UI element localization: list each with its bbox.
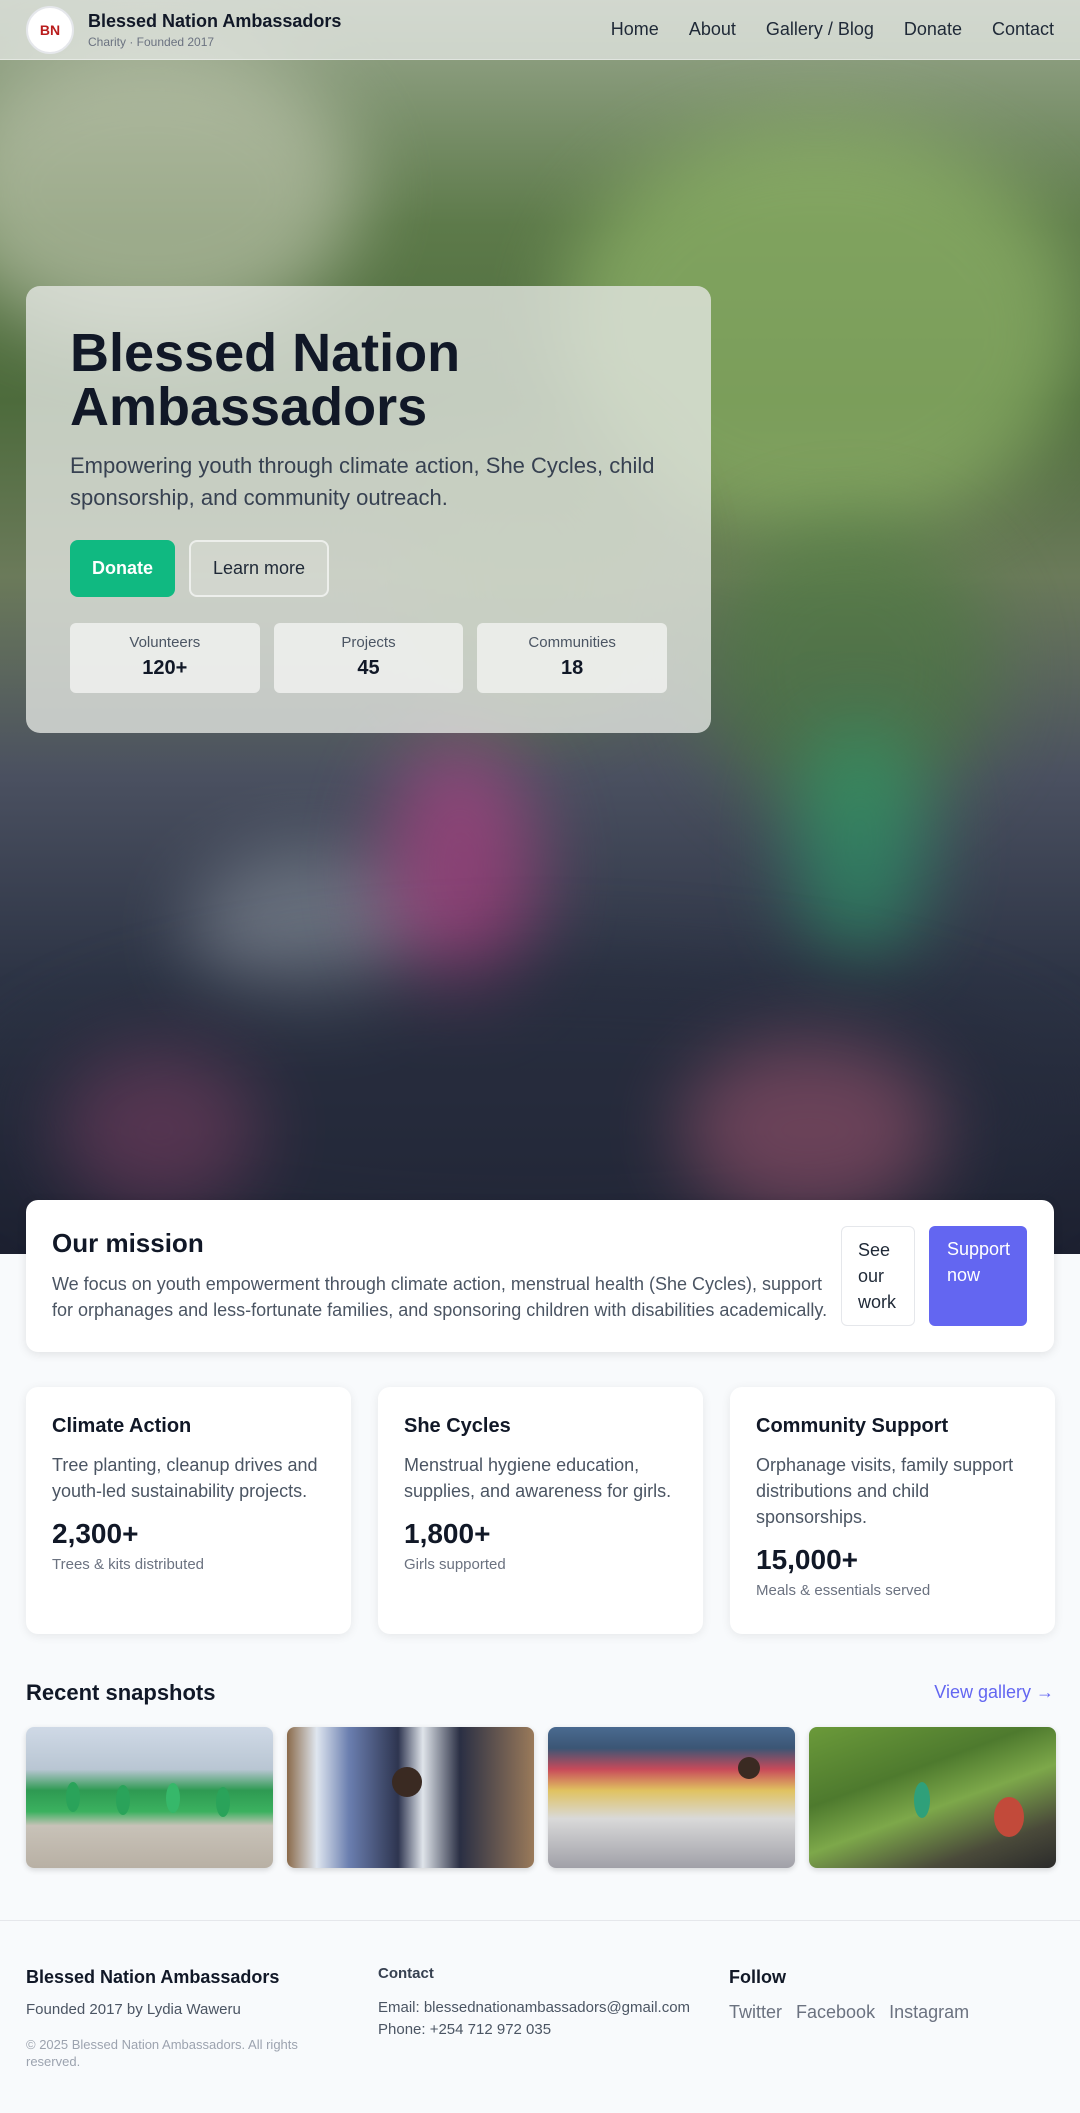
view-gallery-link[interactable]: View gallery → [934,1682,1054,1703]
snapshot-thumbnail[interactable] [548,1727,795,1868]
stat-value: 45 [357,657,380,679]
card-community-support: Community Support Orphanage visits, fami… [730,1387,1055,1634]
facebook-link[interactable]: Facebook [796,2002,875,2023]
card-caption: Meals & essentials served [756,1582,931,1599]
brand: Blessed Nation Ambassadors Charity · Fou… [88,11,341,49]
stat-label: Volunteers [129,634,201,651]
card-title: Climate Action [52,1415,192,1437]
card-number: 15,000+ [756,1544,858,1575]
footer-contact-heading: Contact [378,1965,434,1982]
stat-label: Projects [341,634,396,651]
stat-label: Communities [528,634,616,651]
stat-value: 18 [561,657,584,679]
footer-about: Blessed Nation Ambassadors Founded 2017 … [26,1967,316,2070]
program-cards: Climate Action Tree planting, cleanup dr… [26,1387,1055,1634]
mission-section: Our mission We focus on youth empowermen… [26,1200,1054,1352]
card-she-cycles: She Cycles Menstrual hygiene education, … [378,1387,703,1634]
footer-follow-heading: Follow [729,1967,786,1987]
instagram-link[interactable]: Instagram [889,2002,969,2023]
snapshot-gallery [26,1727,1056,1868]
brand-name: Blessed Nation Ambassadors [88,10,342,31]
footer-brand: Blessed Nation Ambassadors [26,1967,280,1987]
footer-follow: Follow Twitter Facebook Instagram [729,1967,969,2023]
hero-stats: Volunteers 120+ Projects 45 Communities … [70,623,668,693]
snapshot-thumbnail[interactable] [26,1727,273,1868]
twitter-link[interactable]: Twitter [729,2002,782,2023]
support-now-button[interactable]: Support now [929,1226,1027,1326]
snapshot-thumbnail[interactable] [809,1727,1056,1868]
hero-card: Blessed Nation Ambassadors Empowering yo… [26,286,711,733]
mission-text: We focus on youth empowerment through cl… [52,1274,828,1320]
hero-subtitle: Empowering youth through climate action,… [70,453,655,510]
footer-phone[interactable]: Phone: +254 712 972 035 [378,2020,690,2040]
card-text: Tree planting, cleanup drives and youth-… [52,1455,318,1501]
site-header: BN Blessed Nation Ambassadors Charity · … [0,0,1080,60]
hero-actions: Donate Learn more [70,540,667,597]
card-caption: Trees & kits distributed [52,1556,204,1573]
footer-email[interactable]: Email: blessednationambassadors@gmail.co… [378,1998,690,2018]
card-number: 2,300+ [52,1518,139,1549]
card-title: Community Support [756,1415,949,1437]
social-links: Twitter Facebook Instagram [729,2002,969,2023]
logo[interactable]: BN [26,5,74,54]
stat-volunteers: Volunteers 120+ [70,623,260,693]
footer-founded: Founded 2017 by Lydia Waweru [26,2001,241,2018]
nav-gallery-blog[interactable]: Gallery / Blog [766,19,874,40]
nav-contact[interactable]: Contact [992,19,1054,40]
footer-contact: Contact Email: blessednationambassadors@… [378,1965,690,2040]
brand-subtitle: Charity · Founded 2017 [88,34,215,49]
stat-projects: Projects 45 [273,623,464,693]
card-number: 1,800+ [404,1518,491,1549]
footer-copyright: © 2025 Blessed Nation Ambassadors. All r… [26,2037,298,2069]
card-text: Orphanage visits, family support distrib… [756,1455,1014,1527]
stat-communities: Communities 18 [477,623,668,693]
card-title: She Cycles [404,1415,511,1437]
nav-home[interactable]: Home [611,19,659,40]
see-our-work-button[interactable]: See our work [841,1226,915,1326]
card-climate-action: Climate Action Tree planting, cleanup dr… [26,1387,351,1634]
nav-about[interactable]: About [689,19,736,40]
stat-value: 120+ [142,657,188,679]
main-nav: Home About Gallery / Blog Donate Contact [611,19,1054,40]
nav-donate[interactable]: Donate [904,19,962,40]
snapshot-thumbnail[interactable] [287,1727,534,1868]
site-footer: Blessed Nation Ambassadors Founded 2017 … [0,1920,1080,2113]
card-caption: Girls supported [404,1556,506,1573]
snapshots-title: Recent snapshots [26,1680,216,1705]
donate-button[interactable]: Donate [70,540,176,597]
hero-title: Blessed Nation Ambassadors [70,323,461,437]
card-text: Menstrual hygiene education, supplies, a… [404,1455,672,1501]
learn-more-button[interactable]: Learn more [189,540,330,597]
